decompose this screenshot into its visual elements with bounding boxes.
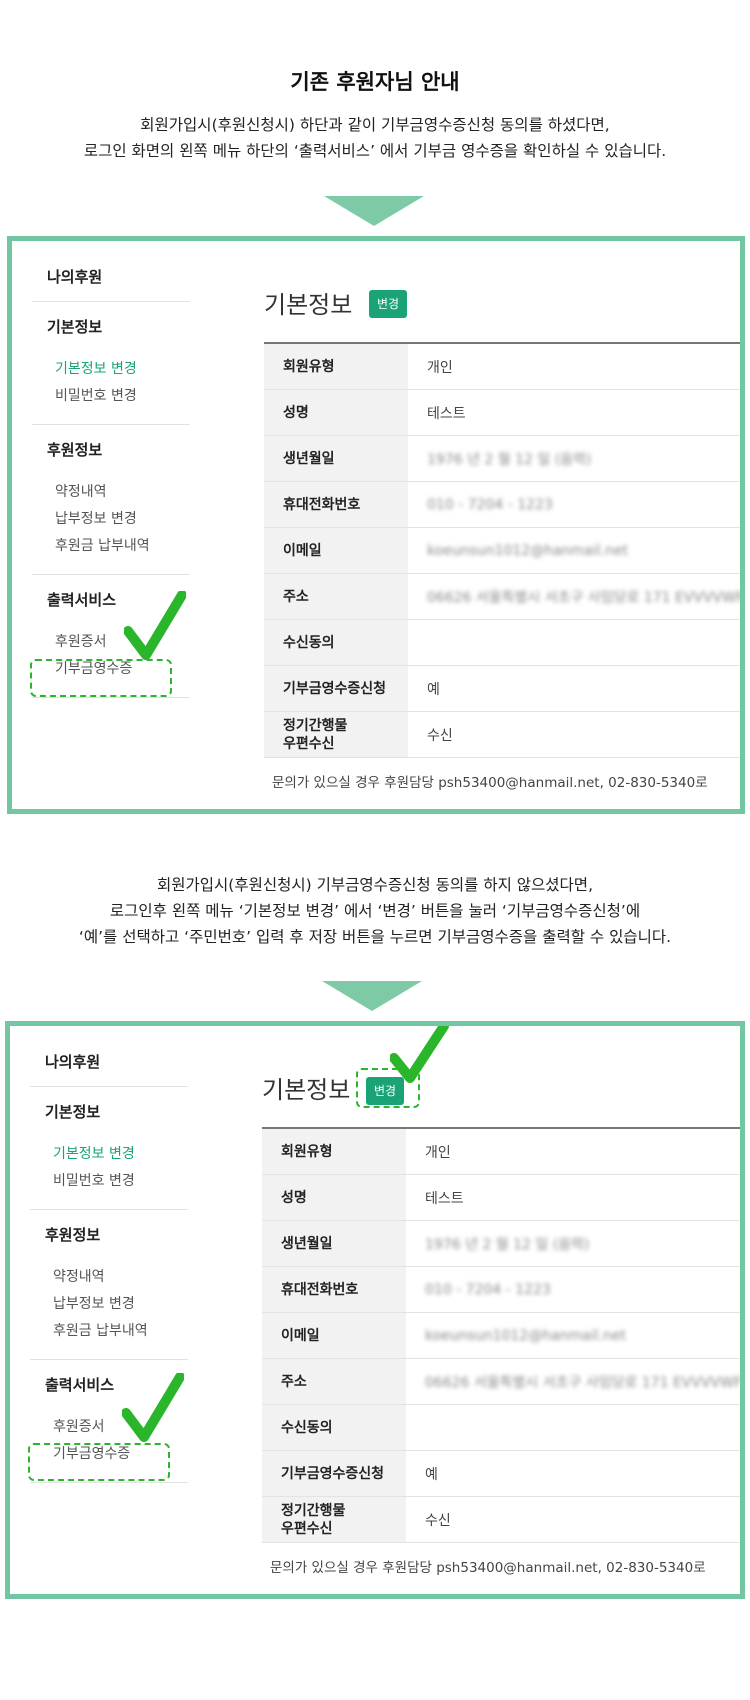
row-value: 테스트	[427, 405, 466, 422]
table-row: 생년월일 1976 년 2 월 12 일 (음력)	[264, 436, 740, 482]
row-label: 이메일	[262, 1313, 406, 1358]
row-value: 개인	[427, 359, 453, 376]
row-value: 수신	[425, 1512, 451, 1529]
sidebar-top-title[interactable]: 나의후원	[30, 1026, 188, 1087]
row-label: 생년월일	[262, 1221, 406, 1266]
sidebar-item-payment-edit[interactable]: 납부정보 변경	[55, 506, 190, 533]
sidebar-section-title: 기본정보	[45, 1103, 101, 1121]
sidebar-item-basic-info-edit[interactable]: 기본정보 변경	[55, 356, 190, 383]
row-label: 휴대전화번호	[264, 482, 408, 527]
sidebar-section-donation: 후원정보 약정내역 납부정보 변경 후원금 납부내역	[30, 1210, 188, 1360]
sidebar-section-title: 후원정보	[45, 1226, 101, 1244]
page-title: 기본정보	[262, 1076, 351, 1104]
row-value	[406, 1405, 740, 1450]
row-value	[408, 620, 740, 665]
table-row: 이메일 koeunsun1012@hanmail.net	[262, 1313, 740, 1359]
row-label: 성명	[264, 390, 408, 435]
sidebar-section-title: 후원정보	[47, 441, 103, 459]
table-row: 주소 06626 서울특별시 서초구 사임당로 171 EVVVVWF	[262, 1359, 742, 1405]
row-label: 수신동의	[262, 1405, 406, 1450]
highlight-box-receipt	[30, 659, 172, 697]
checkmark-icon	[122, 1373, 184, 1442]
row-label: 정기간행물 우편수신	[264, 712, 408, 757]
row-label: 휴대전화번호	[262, 1267, 406, 1312]
sidebar-top-title[interactable]: 나의후원	[32, 241, 190, 302]
row-label: 기부금영수증신청	[262, 1451, 406, 1496]
sidebar-item-basic-info-edit[interactable]: 기본정보 변경	[53, 1141, 188, 1168]
sidebar-item-payment-history[interactable]: 후원금 납부내역	[53, 1318, 188, 1345]
row-label: 수신동의	[264, 620, 408, 665]
row-label: 주소	[264, 574, 408, 619]
table-row: 성명 테스트	[264, 390, 740, 436]
checkmark-icon	[390, 1026, 449, 1083]
table-row: 생년월일 1976 년 2 월 12 일 (음력)	[262, 1221, 740, 1267]
sidebar-item-payment-history[interactable]: 후원금 납부내역	[55, 533, 190, 560]
table-row: 회원유형 개인	[264, 344, 740, 390]
table-row: 정기간행물 우편수신 수신	[262, 1497, 740, 1543]
sidebar-section-basic: 기본정보 기본정보 변경 비밀번호 변경	[32, 302, 190, 425]
info-table: 회원유형 개인 성명 테스트 생년월일 1976 년 2 월 12 일 (음력) 휴대…	[264, 342, 744, 758]
row-value: 1976 년 2 월 12 일 (음력)	[427, 451, 592, 468]
contact-footnote: 문의가 있으실 경우 후원담당 psh53400@hanmail.net, 02…	[270, 1560, 706, 1576]
table-row: 회원유형 개인	[262, 1129, 740, 1175]
row-value: 06626 서울특별시 서초구 사임당로 171 EVVVVWF	[424, 1374, 742, 1391]
row-label: 기부금영수증신청	[264, 666, 408, 711]
down-arrow-icon	[322, 981, 422, 1011]
intro-text-existing: 회원가입시(후원신청시) 하단과 같이 기부금영수증신청 동의를 하셨다면, 로…	[0, 112, 750, 164]
sidebar-item-pledges[interactable]: 약정내역	[55, 479, 190, 506]
contact-footnote: 문의가 있으실 경우 후원담당 psh53400@hanmail.net, 02…	[272, 775, 708, 791]
row-value: 예	[425, 1466, 438, 1483]
intro-line: ‘예’를 선택하고 ‘주민번호’ 입력 후 저장 버튼을 누르면 기부금영수증을…	[78, 928, 672, 946]
row-label: 회원유형	[262, 1129, 406, 1174]
table-row: 수신동의	[262, 1405, 740, 1451]
row-label: 이메일	[264, 528, 408, 573]
table-row: 정기간행물 우편수신 수신	[264, 712, 740, 758]
checkmark-icon	[124, 591, 186, 660]
table-row: 기부금영수증신청 예	[264, 666, 740, 712]
sidebar-item-password-edit[interactable]: 비밀번호 변경	[53, 1168, 188, 1195]
row-value: koeunsun1012@hanmail.net	[425, 1327, 626, 1344]
screenshot-frame-1: 나의후원 기본정보 기본정보 변경 비밀번호 변경 후원정보 약정내역 납부정보…	[7, 236, 745, 814]
sidebar-section-title: 기본정보	[47, 318, 103, 336]
screenshot-frame-2: 나의후원 기본정보 기본정보 변경 비밀번호 변경 후원정보 약정내역 납부정보…	[5, 1021, 745, 1599]
table-row: 이메일 koeunsun1012@hanmail.net	[264, 528, 740, 574]
row-label: 성명	[262, 1175, 406, 1220]
down-arrow-icon	[324, 196, 424, 226]
row-value: 1976 년 2 월 12 일 (음력)	[425, 1236, 590, 1253]
sidebar-section-basic: 기본정보 기본정보 변경 비밀번호 변경	[30, 1087, 188, 1210]
change-button[interactable]: 변경	[369, 290, 408, 318]
row-value: 테스트	[425, 1190, 464, 1207]
sidebar-item-pledges[interactable]: 약정내역	[53, 1264, 188, 1291]
row-label: 정기간행물 우편수신	[262, 1497, 406, 1542]
intro-line: 회원가입시(후원신청시) 기부금영수증신청 동의를 하지 않으셨다면,	[156, 876, 593, 894]
row-value: 010 - 7204 - 1223	[425, 1281, 551, 1298]
row-value: 06626 서울특별시 서초구 사임당로 171 EVVVVWF	[426, 589, 744, 606]
table-row: 휴대전화번호 010 - 7204 - 1223	[264, 482, 740, 528]
sidebar-section-donation: 후원정보 약정내역 납부정보 변경 후원금 납부내역	[32, 425, 190, 575]
table-row: 휴대전화번호 010 - 7204 - 1223	[262, 1267, 740, 1313]
table-row: 성명 테스트	[262, 1175, 740, 1221]
page-heading: 기존 후원자님 안내	[290, 70, 460, 94]
highlight-box-receipt	[28, 1443, 170, 1481]
table-row: 주소 06626 서울특별시 서초구 사임당로 171 EVVVVWF	[264, 574, 744, 620]
table-row: 수신동의	[264, 620, 740, 666]
sidebar-item-payment-edit[interactable]: 납부정보 변경	[53, 1291, 188, 1318]
intro-line: 회원가입시(후원신청시) 하단과 같이 기부금영수증신청 동의를 하셨다면,	[140, 116, 610, 134]
row-value: 예	[427, 681, 440, 698]
table-row: 기부금영수증신청 예	[262, 1451, 740, 1497]
info-table: 회원유형 개인 성명 테스트 생년월일 1976 년 2 월 12 일 (음력) 휴대…	[262, 1127, 742, 1543]
intro-line: 로그인 화면의 왼쪽 메뉴 하단의 ‘출력서비스’ 에서 기부금 영수증을 확인…	[83, 142, 667, 160]
row-value: 수신	[427, 727, 453, 744]
row-label: 회원유형	[264, 344, 408, 389]
intro-text-new: 회원가입시(후원신청시) 기부금영수증신청 동의를 하지 않으셨다면, 로그인후…	[0, 872, 750, 950]
row-value: 개인	[425, 1144, 451, 1161]
intro-line: 로그인후 왼쪽 메뉴 ‘기본정보 변경’ 에서 ‘변경’ 버튼을 눌러 ‘기부금…	[109, 902, 641, 920]
row-label: 주소	[262, 1359, 406, 1404]
page-title: 기본정보	[264, 291, 353, 319]
row-value: koeunsun1012@hanmail.net	[427, 542, 628, 559]
row-value: 010 - 7204 - 1223	[427, 496, 553, 513]
sidebar-item-password-edit[interactable]: 비밀번호 변경	[55, 383, 190, 410]
row-label: 생년월일	[264, 436, 408, 481]
